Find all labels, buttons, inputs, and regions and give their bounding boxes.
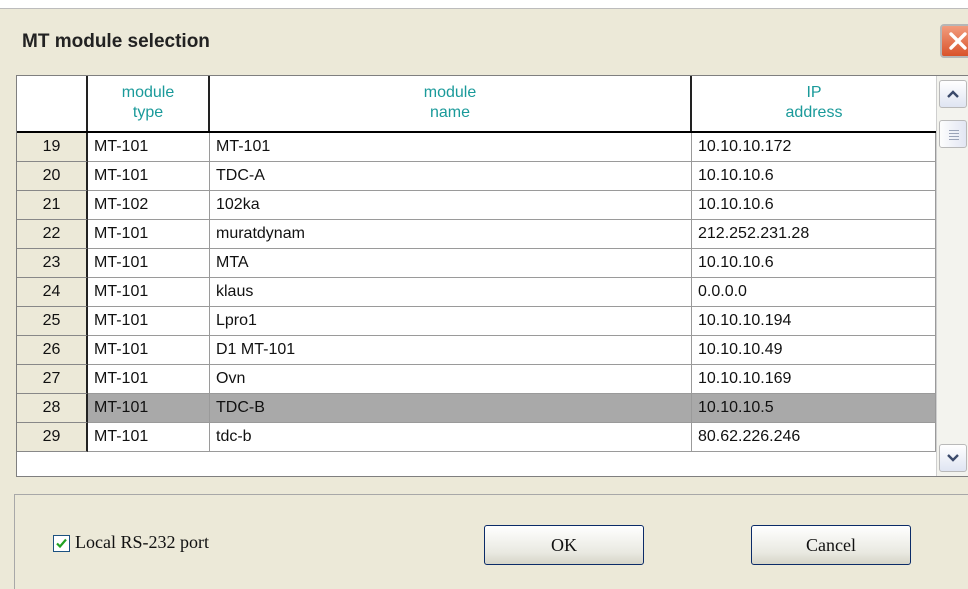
table-row[interactable]: 20 MT-101 TDC-A 10.10.10.6: [17, 162, 936, 191]
cell-ip-address: 10.10.10.49: [692, 336, 936, 365]
cell-module-name: D1 MT-101: [210, 336, 692, 365]
cell-module-name: klaus: [210, 278, 692, 307]
cell-module-type: MT-101: [88, 307, 210, 336]
cell-module-name: TDC-B: [210, 394, 692, 423]
scroll-down-button[interactable]: [939, 444, 967, 472]
header-ip-address[interactable]: IP address: [692, 76, 936, 131]
row-number: 26: [17, 336, 88, 365]
cell-module-type: MT-101: [88, 133, 210, 162]
table-row[interactable]: 26 MT-101 D1 MT-101 10.10.10.49: [17, 336, 936, 365]
row-number: 20: [17, 162, 88, 191]
cell-ip-address: 10.10.10.6: [692, 249, 936, 278]
cell-ip-address: 10.10.10.5: [692, 394, 936, 423]
check-icon: [56, 538, 67, 549]
cell-module-name: 102ka: [210, 191, 692, 220]
row-number: 21: [17, 191, 88, 220]
cell-module-type: MT-101: [88, 249, 210, 278]
table-row[interactable]: 25 MT-101 Lpro1 10.10.10.194: [17, 307, 936, 336]
cell-module-type: MT-101: [88, 278, 210, 307]
close-icon: [949, 32, 967, 50]
table-row[interactable]: 19 MT-101 MT-101 10.10.10.172: [17, 133, 936, 162]
row-number: 27: [17, 365, 88, 394]
close-button[interactable]: [940, 24, 968, 58]
local-port-label[interactable]: Local RS-232 port: [75, 532, 209, 553]
cell-module-name: muratdynam: [210, 220, 692, 249]
table-row[interactable]: 24 MT-101 klaus 0.0.0.0: [17, 278, 936, 307]
scroll-thumb[interactable]: [939, 120, 967, 148]
cell-ip-address: 212.252.231.28: [692, 220, 936, 249]
row-number: 25: [17, 307, 88, 336]
dialog-title: MT module selection: [22, 31, 210, 52]
cell-ip-address: 10.10.10.6: [692, 162, 936, 191]
cell-module-type: MT-101: [88, 365, 210, 394]
row-number: 28: [17, 394, 88, 423]
row-number: 19: [17, 133, 88, 162]
vertical-scrollbar[interactable]: [936, 76, 968, 476]
row-number-header: [17, 76, 88, 131]
cell-module-type: MT-102: [88, 191, 210, 220]
table-row[interactable]: 23 MT-101 MTA 10.10.10.6: [17, 249, 936, 278]
header-line: IP: [806, 84, 822, 101]
row-number: 29: [17, 423, 88, 452]
table-header: module type module name IP address: [17, 76, 936, 133]
cell-ip-address: 10.10.10.194: [692, 307, 936, 336]
cell-module-type: MT-101: [88, 394, 210, 423]
cell-module-name: Ovn: [210, 365, 692, 394]
chevron-down-icon: [947, 454, 959, 462]
header-line: module: [121, 84, 175, 101]
row-number: 23: [17, 249, 88, 278]
cell-module-type: MT-101: [88, 220, 210, 249]
ok-button[interactable]: OK: [484, 525, 644, 565]
cell-module-name: tdc-b: [210, 423, 692, 452]
header-module-name[interactable]: module name: [210, 76, 692, 131]
table-row[interactable]: 22 MT-101 muratdynam 212.252.231.28: [17, 220, 936, 249]
row-number: 22: [17, 220, 88, 249]
cell-module-type: MT-101: [88, 162, 210, 191]
header-line: name: [429, 104, 471, 121]
header-module-type[interactable]: module type: [88, 76, 210, 131]
dialog-window: MT module selection module type module n…: [0, 8, 968, 589]
options-panel: Local RS-232 port OK Cancel: [14, 494, 968, 589]
title-bar[interactable]: MT module selection: [0, 9, 968, 59]
cell-module-name: Lpro1: [210, 307, 692, 336]
cell-module-name: TDC-A: [210, 162, 692, 191]
table-row[interactable]: 27 MT-101 Ovn 10.10.10.169: [17, 365, 936, 394]
cell-ip-address: 0.0.0.0: [692, 278, 936, 307]
scroll-up-button[interactable]: [939, 80, 967, 108]
cell-ip-address: 10.10.10.6: [692, 191, 936, 220]
cell-ip-address: 10.10.10.172: [692, 133, 936, 162]
cell-ip-address: 80.62.226.246: [692, 423, 936, 452]
cell-module-name: MT-101: [210, 133, 692, 162]
header-line: module: [423, 84, 477, 101]
local-port-checkbox[interactable]: [53, 535, 70, 552]
cancel-button[interactable]: Cancel: [751, 525, 911, 565]
module-table[interactable]: module type module name IP address 19 MT-…: [16, 75, 968, 477]
cell-module-name: MTA: [210, 249, 692, 278]
table-row[interactable]: 29 MT-101 tdc-b 80.62.226.246: [17, 423, 936, 452]
cell-module-type: MT-101: [88, 423, 210, 452]
row-number: 24: [17, 278, 88, 307]
table-row[interactable]: 28 MT-101 TDC-B 10.10.10.5: [17, 394, 936, 423]
cell-ip-address: 10.10.10.169: [692, 365, 936, 394]
header-line: address: [785, 104, 843, 121]
cell-module-type: MT-101: [88, 336, 210, 365]
header-line: type: [132, 104, 164, 121]
chevron-up-icon: [947, 90, 959, 98]
table-row[interactable]: 21 MT-102 102ka 10.10.10.6: [17, 191, 936, 220]
